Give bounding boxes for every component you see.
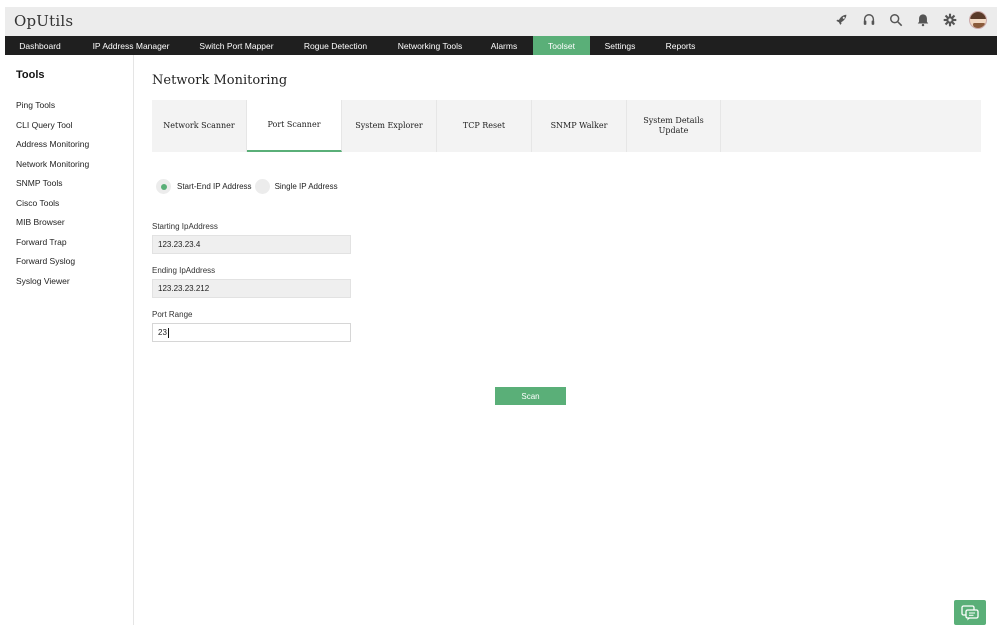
- radio-start-end-ip-label[interactable]: Start-End IP Address: [177, 182, 252, 191]
- tool-tabs: Network Scanner Port Scanner System Expl…: [152, 100, 981, 152]
- gear-icon[interactable]: [942, 12, 958, 28]
- starting-ip-input[interactable]: 123.23.23.4: [152, 235, 351, 254]
- main-nav: Dashboard IP Address Manager Switch Port…: [5, 36, 997, 55]
- starting-ip-label: Starting IpAddress: [152, 222, 218, 231]
- nav-alarms[interactable]: Alarms: [475, 36, 533, 55]
- header-icons: [834, 11, 987, 29]
- radio-selected-dot: [160, 183, 167, 190]
- sidebar-item-syslog-viewer[interactable]: Syslog Viewer: [16, 275, 89, 295]
- nav-settings[interactable]: Settings: [590, 36, 650, 55]
- app-header: OpUtils: [5, 7, 997, 36]
- nav-ip-address-manager[interactable]: IP Address Manager: [75, 36, 187, 55]
- ending-ip-value: 123.23.23.212: [158, 284, 210, 293]
- nav-switch-port-mapper[interactable]: Switch Port Mapper: [187, 36, 286, 55]
- text-caret: [167, 327, 169, 338]
- ip-mode-radio-group: Start-End IP Address Single IP Address: [156, 179, 341, 194]
- radio-start-end-ip[interactable]: [156, 179, 171, 194]
- rocket-icon[interactable]: [834, 12, 850, 28]
- nav-networking-tools[interactable]: Networking Tools: [385, 36, 475, 55]
- ending-ip-input[interactable]: 123.23.23.212: [152, 279, 351, 298]
- headset-icon[interactable]: [861, 12, 877, 28]
- chat-button[interactable]: [954, 600, 986, 625]
- tools-sidebar: Tools Ping Tools CLI Query Tool Address …: [5, 55, 134, 625]
- radio-single-ip-label[interactable]: Single IP Address: [275, 182, 338, 191]
- sidebar-item-forward-syslog[interactable]: Forward Syslog: [16, 255, 89, 275]
- port-range-label: Port Range: [152, 310, 193, 319]
- sidebar-item-network-monitoring[interactable]: Network Monitoring: [16, 158, 89, 178]
- app-title: OpUtils: [14, 12, 74, 30]
- nav-toolset[interactable]: Toolset: [533, 36, 590, 55]
- sidebar-item-snmp-tools[interactable]: SNMP Tools: [16, 177, 89, 197]
- avatar-beard: [973, 23, 985, 28]
- nav-rogue-detection[interactable]: Rogue Detection: [286, 36, 385, 55]
- sidebar-item-address-monitoring[interactable]: Address Monitoring: [16, 138, 89, 158]
- port-range-input[interactable]: 23: [152, 323, 351, 342]
- sidebar-heading: Tools: [16, 69, 45, 81]
- scan-button[interactable]: Scan: [495, 387, 566, 405]
- tab-network-scanner[interactable]: Network Scanner: [152, 100, 247, 152]
- sidebar-item-forward-trap[interactable]: Forward Trap: [16, 236, 89, 256]
- sidebar-list: Ping Tools CLI Query Tool Address Monito…: [16, 99, 89, 294]
- radio-single-ip[interactable]: [254, 179, 270, 194]
- tab-tcp-reset[interactable]: TCP Reset: [437, 100, 532, 152]
- sidebar-item-ping-tools[interactable]: Ping Tools: [16, 99, 89, 119]
- bell-icon[interactable]: [915, 12, 931, 28]
- sidebar-item-cli-query-tool[interactable]: CLI Query Tool: [16, 119, 89, 139]
- ending-ip-label: Ending IpAddress: [152, 266, 216, 275]
- search-icon[interactable]: [888, 12, 904, 28]
- page-title: Network Monitoring: [152, 73, 288, 88]
- tab-port-scanner[interactable]: Port Scanner: [247, 100, 342, 152]
- tab-system-explorer[interactable]: System Explorer: [342, 100, 437, 152]
- tab-system-details-update[interactable]: System Details Update: [627, 100, 721, 152]
- sidebar-item-mib-browser[interactable]: MIB Browser: [16, 216, 89, 236]
- chat-icon: [961, 604, 979, 620]
- sidebar-item-cisco-tools[interactable]: Cisco Tools: [16, 197, 89, 217]
- port-range-value: 23: [158, 328, 167, 337]
- user-avatar[interactable]: [969, 11, 987, 29]
- avatar-hair: [970, 12, 986, 19]
- nav-reports[interactable]: Reports: [650, 36, 711, 55]
- starting-ip-value: 123.23.23.4: [158, 240, 201, 249]
- nav-dashboard[interactable]: Dashboard: [5, 36, 75, 55]
- tab-snmp-walker[interactable]: SNMP Walker: [532, 100, 627, 152]
